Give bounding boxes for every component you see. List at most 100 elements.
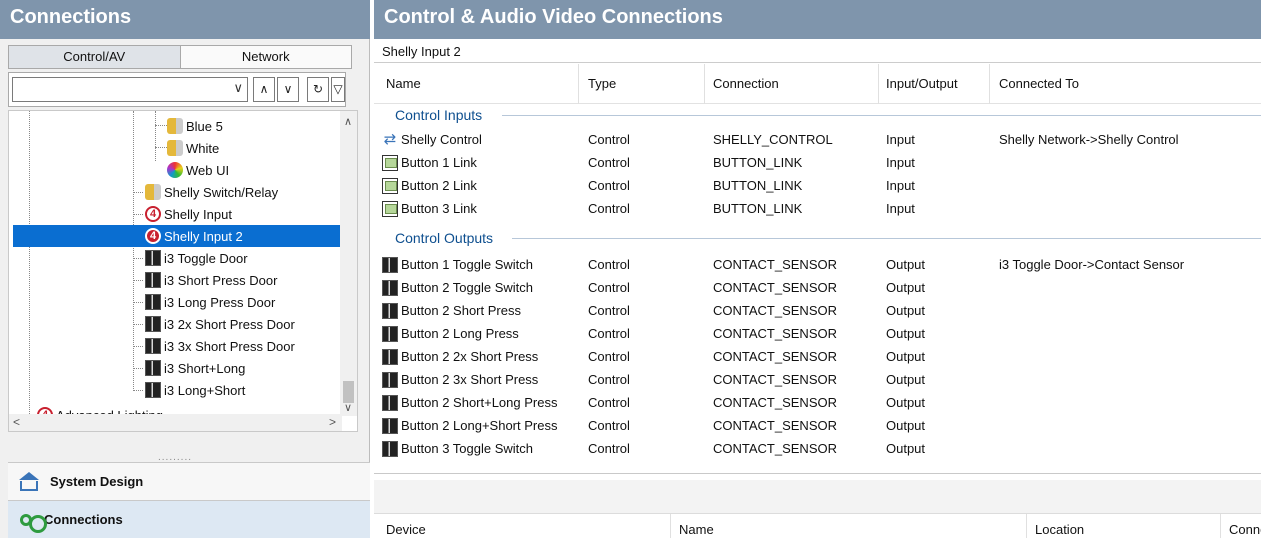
tree-item-label: i3 Long Press Door: [164, 294, 276, 310]
tree-connector: [133, 214, 143, 215]
cell-io: Output: [886, 303, 926, 318]
grid-splitter-band[interactable]: [374, 480, 1261, 514]
button-link-icon: [382, 178, 398, 194]
cell-type: Control: [588, 257, 630, 272]
column-divider[interactable]: [704, 64, 705, 104]
connections-label: Connections: [44, 512, 123, 527]
door-icon: [145, 250, 161, 266]
group-divider: [512, 238, 1261, 239]
contact-sensor-icon: [382, 349, 398, 365]
column-divider[interactable]: [578, 64, 579, 104]
column-divider[interactable]: [878, 64, 879, 104]
tree-item[interactable]: i3 3x Short Press Door: [145, 335, 299, 357]
column-header-location[interactable]: Location: [1035, 522, 1084, 537]
column-header-name[interactable]: Name: [386, 76, 421, 91]
tree-item[interactable]: i3 2x Short Press Door: [145, 313, 299, 335]
cell-type: Control: [588, 132, 630, 147]
tree-item-label: i3 2x Short Press Door: [164, 316, 295, 332]
column-header-type[interactable]: Type: [588, 76, 616, 91]
cell-name: Button 2 Link: [401, 178, 477, 193]
column-divider[interactable]: [1220, 514, 1221, 538]
cell-connection: BUTTON_LINK: [713, 155, 803, 170]
table-row[interactable]: Button 2 2x Short Press Control CONTACT_…: [382, 346, 1260, 368]
refresh-button[interactable]: ↻: [307, 77, 329, 102]
tree-connector: [155, 125, 167, 126]
table-row[interactable]: Button 1 Link Control BUTTON_LINK Input: [382, 152, 1260, 174]
table-row[interactable]: Button 2 Short Press Control CONTACT_SEN…: [382, 300, 1260, 322]
move-up-button[interactable]: ∧: [253, 77, 275, 102]
scrollbar-thumb[interactable]: [343, 381, 354, 403]
chevron-down-icon[interactable]: ∨: [344, 401, 352, 414]
tree-horizontal-scrollbar[interactable]: < >: [9, 414, 342, 431]
move-down-button[interactable]: ∨: [277, 77, 299, 102]
button-link-icon: [382, 155, 398, 171]
door-icon: [145, 382, 161, 398]
connections-panel-title: Connections: [0, 0, 370, 39]
column-divider[interactable]: [1026, 514, 1027, 538]
column-header-connected-to[interactable]: Connected To: [999, 76, 1079, 91]
cell-io: Output: [886, 395, 926, 410]
cell-connection: CONTACT_SENSOR: [713, 303, 837, 318]
group-header-control-outputs[interactable]: Control Outputs: [395, 230, 493, 246]
table-row[interactable]: Button 2 Toggle Switch Control CONTACT_S…: [382, 277, 1260, 299]
column-header-input-output[interactable]: Input/Output: [886, 76, 958, 91]
cell-name: Button 2 Short Press: [401, 303, 521, 318]
group-header-control-inputs[interactable]: Control Inputs: [395, 107, 482, 123]
column-header-connection[interactable]: Connection: [713, 76, 779, 91]
table-row[interactable]: Button 3 Toggle Switch Control CONTACT_S…: [382, 438, 1260, 460]
cell-connection: CONTACT_SENSOR: [713, 326, 837, 341]
connections-grid: Name Type Connection Input/Output Connec…: [374, 64, 1261, 474]
filter-button[interactable]: ▽: [331, 77, 345, 102]
chevron-up-icon: ∧: [259, 82, 269, 96]
chevron-left-icon[interactable]: <: [13, 415, 20, 429]
cell-name: Button 2 Long+Short Press: [401, 418, 558, 433]
column-header-name[interactable]: Name: [679, 522, 714, 537]
cell-connection: CONTACT_SENSOR: [713, 418, 837, 433]
tree-item[interactable]: i3 Short Press Door: [145, 269, 281, 291]
chevron-up-icon[interactable]: ∧: [344, 115, 352, 128]
tab-network[interactable]: Network: [180, 45, 352, 69]
cell-type: Control: [588, 441, 630, 456]
tab-control-av[interactable]: Control/AV: [8, 45, 181, 69]
cell-name: Button 1 Toggle Switch: [401, 257, 534, 272]
tree-item[interactable]: i3 Long+Short: [145, 379, 249, 401]
cell-io: Input: [886, 155, 915, 170]
table-row[interactable]: Button 2 Link Control BUTTON_LINK Input: [382, 175, 1260, 197]
tree-connector: [133, 324, 143, 325]
table-row[interactable]: Button 1 Toggle Switch Control CONTACT_S…: [382, 254, 1260, 276]
table-row[interactable]: Button 2 Long Press Control CONTACT_SENS…: [382, 323, 1260, 345]
table-row[interactable]: Button 2 Short+Long Press Control CONTAC…: [382, 392, 1260, 414]
tree-item-selected[interactable]: 4 Shelly Input 2: [13, 225, 343, 247]
connections-nav-button[interactable]: Connections: [8, 500, 370, 538]
door-icon: [145, 360, 161, 376]
project-tree[interactable]: Blue 5 White Web UI Shelly Switch/Relay …: [8, 110, 358, 432]
filter-combo[interactable]: ∨: [12, 77, 248, 102]
chevron-right-icon[interactable]: >: [329, 415, 336, 429]
column-header-connection[interactable]: Conne: [1229, 522, 1261, 537]
table-row[interactable]: Button 2 3x Short Press Control CONTACT_…: [382, 369, 1260, 391]
door-icon: [145, 272, 161, 288]
tree-item[interactable]: i3 Long Press Door: [145, 291, 279, 313]
system-design-nav-button[interactable]: System Design: [8, 462, 370, 500]
tree-item-label: Blue 5: [186, 118, 223, 134]
table-row[interactable]: Button 2 Long+Short Press Control CONTAC…: [382, 415, 1260, 437]
column-header-device[interactable]: Device: [386, 522, 426, 537]
tree-vertical-scrollbar[interactable]: ∧ ∨: [340, 111, 357, 416]
table-row[interactable]: Button 3 Link Control BUTTON_LINK Input: [382, 198, 1260, 220]
tree-item-label: Shelly Input: [164, 206, 232, 222]
tree-item[interactable]: White: [167, 137, 223, 159]
contact-sensor-icon: [382, 441, 398, 457]
shelly-control-icon: ⇄: [383, 131, 397, 148]
tree-item[interactable]: Shelly Switch/Relay: [145, 181, 282, 203]
tree-item[interactable]: Web UI: [167, 159, 233, 181]
tree-item[interactable]: i3 Short+Long: [145, 357, 249, 379]
column-divider[interactable]: [670, 514, 671, 538]
column-divider[interactable]: [989, 64, 990, 104]
table-row[interactable]: ⇄ Shelly Control Control SHELLY_CONTROL …: [382, 129, 1260, 151]
cell-name: Button 3 Link: [401, 201, 477, 216]
four-logo-icon: 4: [145, 228, 161, 244]
tree-item[interactable]: Blue 5: [167, 115, 227, 137]
tree-item[interactable]: 4 Shelly Input: [145, 203, 236, 225]
cell-type: Control: [588, 178, 630, 193]
tree-item[interactable]: i3 Toggle Door: [145, 247, 252, 269]
